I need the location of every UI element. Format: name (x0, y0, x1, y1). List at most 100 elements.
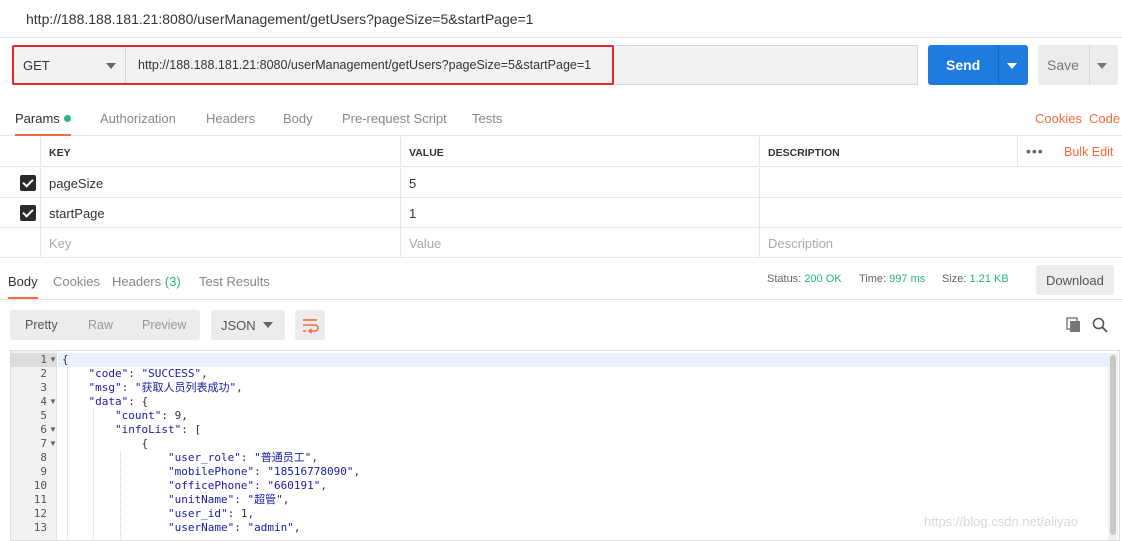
code-link[interactable]: Code (1089, 111, 1120, 126)
wrap-icon (303, 319, 319, 334)
new-value-input[interactable]: Value (400, 228, 759, 258)
tab-headers[interactable]: Headers (206, 111, 255, 126)
preview-button[interactable]: Preview (142, 318, 186, 332)
params-table: KEY VALUE DESCRIPTION ••• Bulk Edit page… (0, 137, 1122, 259)
key-header-label: KEY (49, 147, 71, 159)
line-number: 12 (33, 507, 47, 520)
format-select[interactable]: JSON (211, 310, 285, 340)
size-readout: Size: 1.21 KB (942, 273, 1009, 285)
format-label: JSON (221, 318, 256, 333)
tab-body[interactable]: Body (283, 111, 313, 126)
fold-caret-icon[interactable]: ▼ (49, 423, 57, 437)
copy-icon[interactable] (1066, 317, 1082, 333)
send-label: Send (946, 57, 981, 73)
param-key: pageSize (49, 176, 104, 191)
checkbox-icon[interactable] (20, 175, 36, 191)
status-value: 200 OK (804, 273, 842, 285)
url-value: http://188.188.181.21:8080/userManagemen… (138, 58, 592, 72)
fold-caret-icon[interactable]: ▼ (49, 353, 57, 367)
pretty-button[interactable]: Pretty (25, 318, 58, 332)
param-description-cell[interactable] (759, 198, 1122, 228)
chevron-down-icon (263, 322, 273, 328)
response-toolbar: Pretty Raw Preview JSON (0, 310, 1122, 340)
param-value-cell[interactable]: 1 (400, 198, 759, 228)
param-value: 1 (409, 206, 417, 221)
size-value: 1.21 KB (969, 273, 1009, 285)
scrollbar-thumb[interactable] (1110, 355, 1116, 535)
response-tabs: Body Cookies Headers (3) Test Results St… (0, 262, 1122, 300)
param-key: startPage (49, 206, 105, 221)
indent-guide (119, 451, 121, 540)
param-key-cell[interactable]: startPage (40, 198, 400, 228)
code-line: "count": 9, (115, 409, 188, 422)
active-line-highlight (58, 353, 1110, 367)
chevron-down-icon[interactable] (1097, 63, 1107, 69)
code-line: { (62, 353, 69, 366)
raw-button[interactable]: Raw (88, 318, 113, 332)
tab-test-results[interactable]: Test Results (199, 274, 270, 289)
save-label: Save (1047, 57, 1079, 73)
code-line: "unitName": "超管", (168, 493, 290, 506)
send-divider (998, 45, 999, 85)
line-number: 13 (33, 521, 47, 534)
url-input[interactable]: http://188.188.181.21:8080/userManagemen… (126, 45, 918, 85)
request-tabs: Params Authorization Headers Body Pre-re… (0, 100, 1122, 136)
new-key-input[interactable]: Key (40, 228, 400, 258)
value-column-header: VALUE (400, 137, 759, 167)
table-row-new: Key Value Description (0, 228, 1122, 258)
tab-response-body[interactable]: Body (8, 274, 38, 299)
request-title-bar: http://188.188.181.21:8080/userManagemen… (0, 0, 1122, 38)
indent-guide (93, 409, 94, 540)
checkbox-icon[interactable] (20, 205, 36, 221)
tab-tests[interactable]: Tests (472, 111, 502, 126)
line-number: 6 (40, 423, 47, 436)
param-value-cell[interactable]: 5 (400, 168, 759, 198)
code-line: "code": "SUCCESS", (88, 367, 208, 380)
param-key-cell[interactable]: pageSize (40, 168, 400, 198)
chevron-down-icon[interactable] (1007, 63, 1017, 69)
tab-authorization[interactable]: Authorization (100, 111, 176, 126)
search-icon[interactable] (1092, 317, 1108, 333)
tab-pre-request-script[interactable]: Pre-request Script (342, 111, 447, 126)
more-options-icon[interactable]: ••• (1026, 143, 1044, 159)
active-dot-icon (63, 115, 71, 122)
time-value: 997 ms (889, 273, 926, 285)
save-button[interactable]: Save (1038, 45, 1118, 85)
send-button[interactable]: Send (928, 45, 1028, 85)
line-number: 8 (40, 451, 47, 464)
line-number: 3 (40, 381, 47, 394)
method-label: GET (23, 58, 50, 73)
table-row: pageSize 5 (0, 168, 1122, 198)
download-label: Download (1046, 273, 1104, 288)
code-line: "user_id": 1, (168, 507, 255, 520)
time-label: Time: (859, 273, 887, 285)
status-readout: Status: 200 OK (767, 273, 842, 285)
value-header-label: VALUE (409, 147, 444, 159)
key-placeholder: Key (49, 236, 72, 251)
tab-response-cookies[interactable]: Cookies (53, 274, 100, 289)
new-description-input[interactable]: Description (759, 228, 1122, 258)
code-line: "user_role": "普通员工", (168, 451, 318, 464)
fold-caret-icon[interactable]: ▼ (49, 437, 57, 451)
description-header-label: DESCRIPTION (768, 147, 840, 159)
method-select[interactable]: GET (12, 45, 126, 85)
table-row: startPage 1 (0, 198, 1122, 228)
status-label: Status: (767, 273, 802, 285)
response-body-viewer[interactable]: 1 ▼{2 "code": "SUCCESS", 3 "msg": "获取人员列表成功"… (10, 350, 1120, 541)
wrap-lines-button[interactable] (295, 310, 325, 340)
tab-params[interactable]: Params (15, 111, 71, 136)
line-number: 10 (33, 479, 47, 492)
request-title: http://188.188.181.21:8080/userManagemen… (26, 11, 534, 27)
param-description-cell[interactable] (759, 168, 1122, 198)
description-column-header: DESCRIPTION (759, 137, 1017, 167)
code-line: { (141, 437, 149, 450)
line-number: 5 (40, 409, 47, 422)
bulk-edit-link[interactable]: Bulk Edit (1064, 145, 1113, 159)
download-button[interactable]: Download (1036, 265, 1114, 295)
cookies-link[interactable]: Cookies (1035, 111, 1082, 126)
param-value: 5 (409, 176, 417, 191)
watermark: https://blog.csdn.net/aliyao (924, 514, 1078, 529)
code-line: "msg": "获取人员列表成功", (88, 381, 243, 394)
fold-caret-icon[interactable]: ▼ (49, 395, 57, 409)
tab-response-headers[interactable]: Headers (3) (112, 274, 181, 289)
